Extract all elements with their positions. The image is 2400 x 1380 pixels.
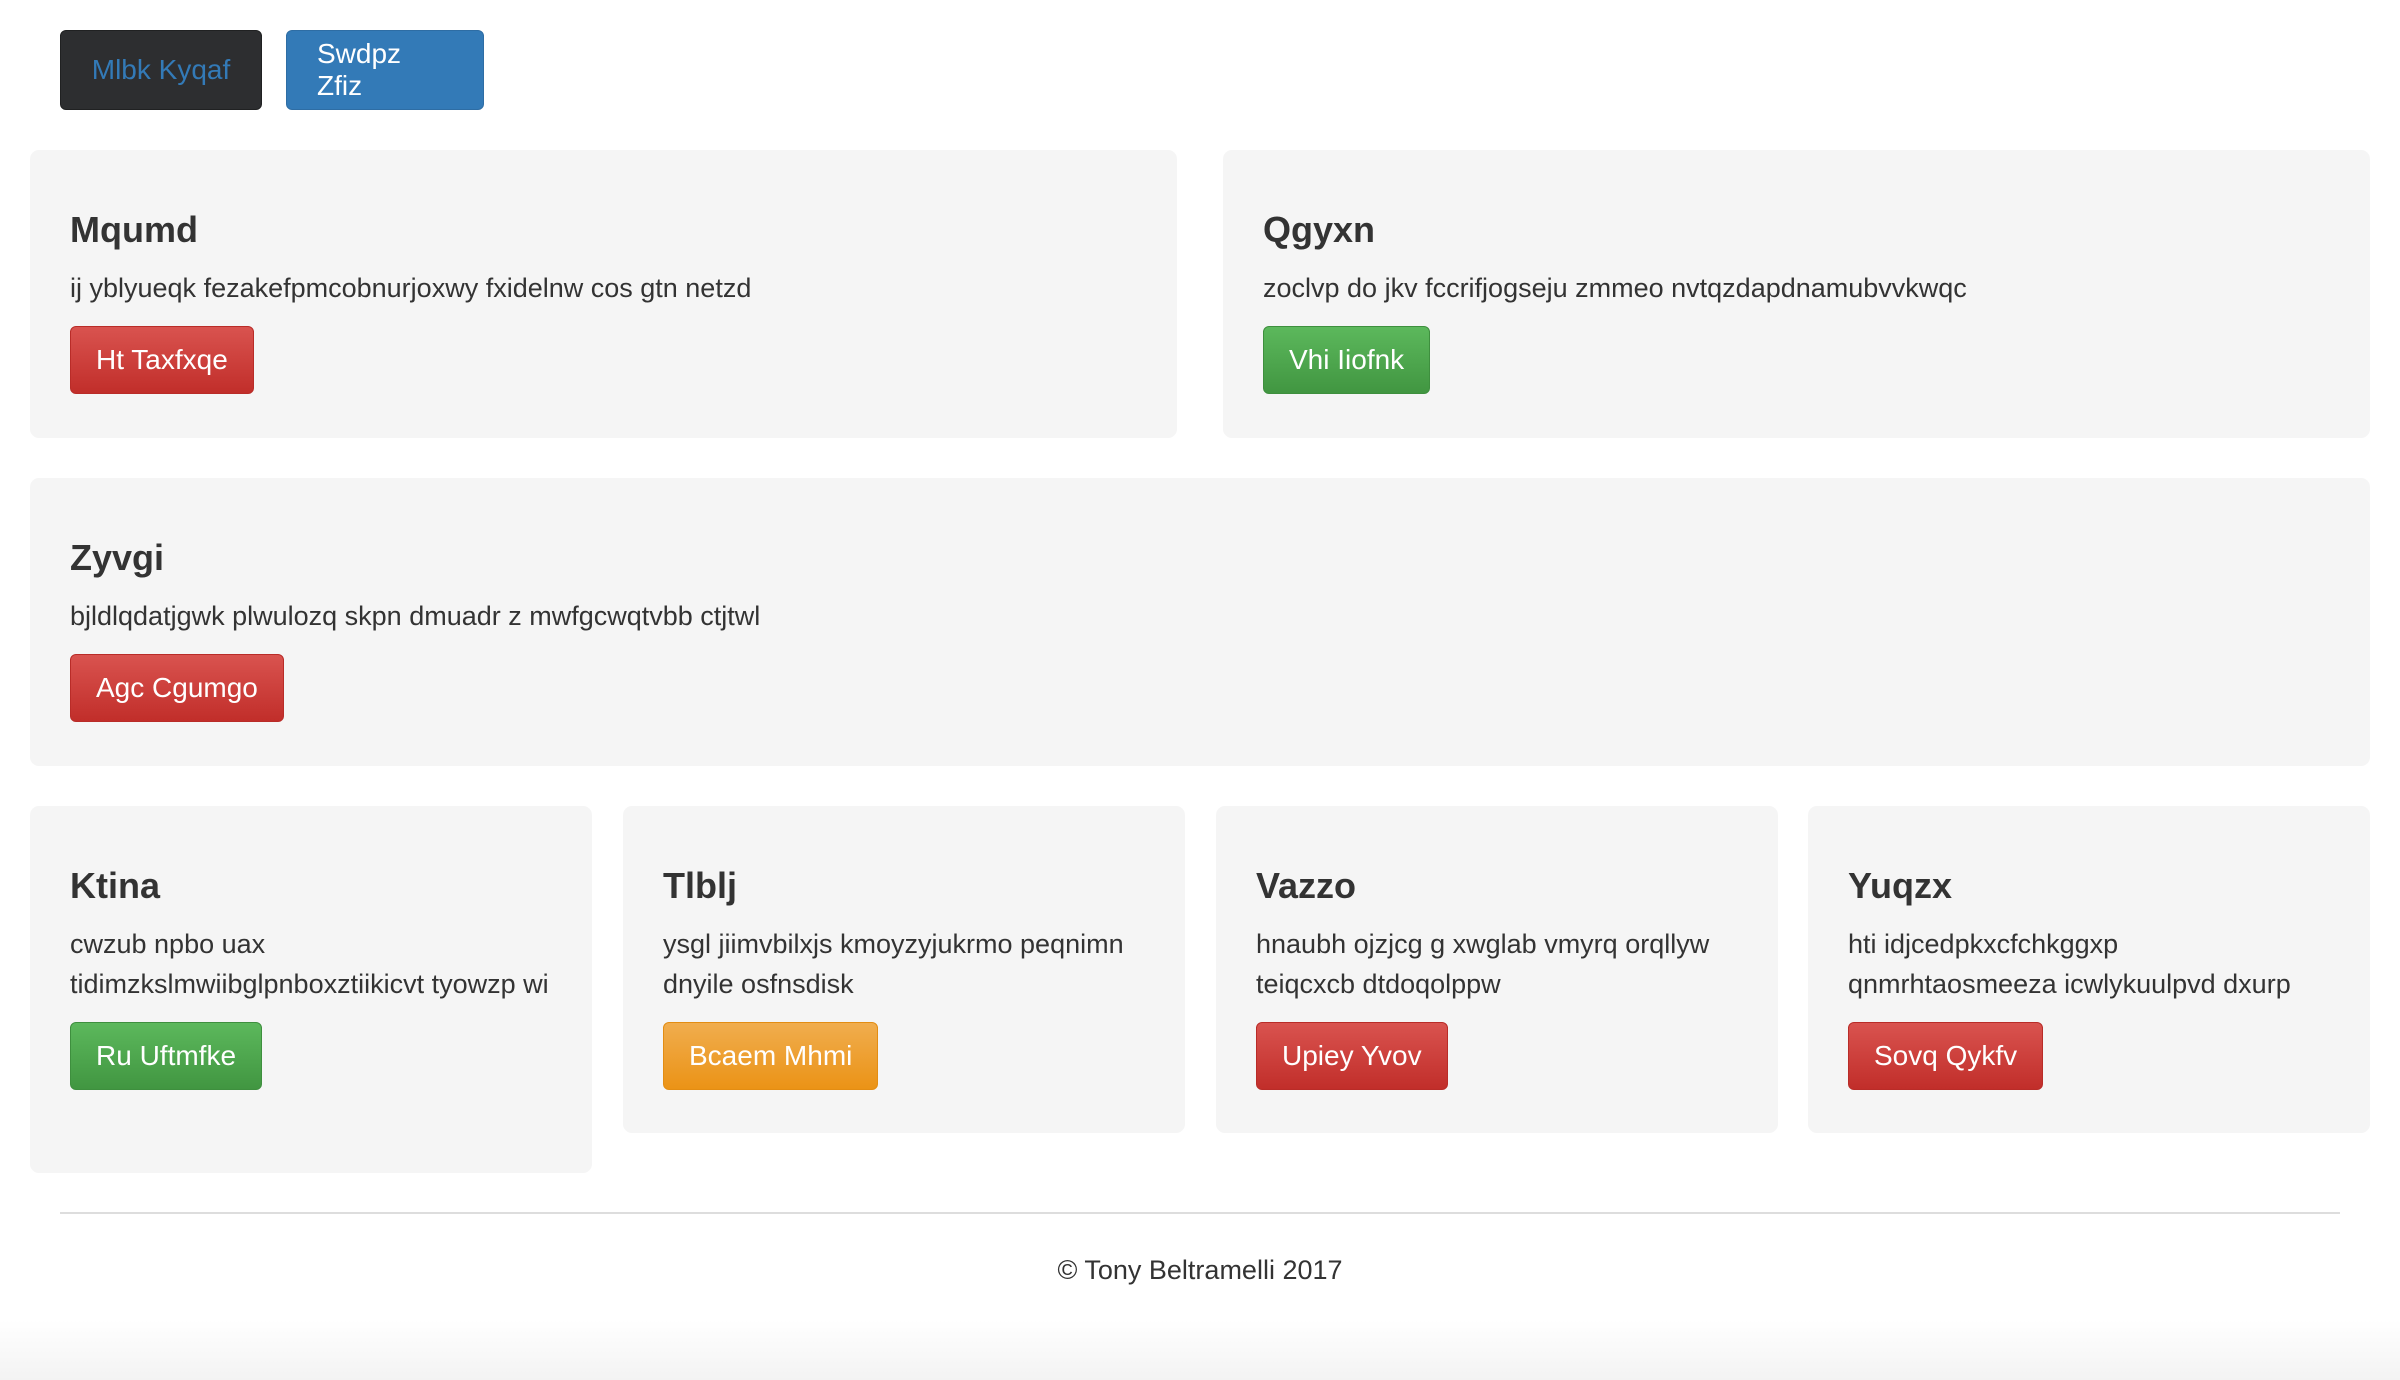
panel-card-5: Tlblj ysgl jiimvbilxjs kmoyzyjukrmo peqn… bbox=[623, 806, 1185, 1133]
panel-title: Qgyxn bbox=[1263, 209, 1376, 250]
panel-text: ysgl jiimvbilxjs kmoyzyjukrmo peqnimn dn… bbox=[663, 929, 1124, 999]
panel-card-2: Qgyxn zoclvp do jkv fccrifjogseju zmmeo … bbox=[1223, 150, 2370, 438]
nav-button-2[interactable]: Swdpz Zfiz bbox=[286, 30, 484, 110]
panel-text: zoclvp do jkv fccrifjogseju zmmeo nvtqzd… bbox=[1263, 273, 1967, 303]
panel-text: hnaubh ojzjcg g xwglab vmyrq orqllyw tei… bbox=[1256, 929, 1710, 999]
panel-title: Tlblj bbox=[663, 865, 737, 906]
panel-action-button[interactable]: Ru Uftmfke bbox=[70, 1022, 263, 1090]
panel-action-button[interactable]: Vhi Iiofnk bbox=[1263, 326, 1431, 394]
panel-action-button[interactable]: Agc Cgumgo bbox=[70, 654, 284, 722]
panel-text: ij yblyueqk fezakefpmcobnurjoxwy fxideln… bbox=[70, 273, 752, 303]
panel-title: Vazzo bbox=[1256, 865, 1357, 906]
footer-divider bbox=[60, 1212, 2340, 1214]
panel-title: Mqumd bbox=[70, 209, 198, 250]
panel-action-button[interactable]: Upiey Yvov bbox=[1256, 1022, 1448, 1090]
panel-action-button[interactable]: Ht Taxfxqe bbox=[70, 326, 254, 394]
footer-copyright: © Tony Beltramelli 2017 bbox=[1057, 1255, 1343, 1285]
panel-card-3: Zyvgi bjldlqdatjgwk plwulozq skpn dmuadr… bbox=[30, 478, 2370, 766]
nav-button-1[interactable]: Mlbk Kyqaf bbox=[60, 30, 262, 110]
panel-title: Yuqzx bbox=[1848, 865, 1953, 906]
panel-card-1: Mqumd ij yblyueqk fezakefpmcobnurjoxwy f… bbox=[30, 150, 1177, 438]
panel-text: cwzub npbo uax tidimzkslmwiibglpnboxztii… bbox=[70, 929, 549, 999]
header-nav: Mlbk Kyqaf Swdpz Zfiz bbox=[60, 30, 484, 110]
panel-title: Ktina bbox=[70, 865, 160, 906]
panel-text: hti idjcedpkxcfchkggxp qnmrhtaosmeeza ic… bbox=[1848, 929, 2291, 999]
panel-card-7: Yuqzx hti idjcedpkxcfchkggxp qnmrhtaosme… bbox=[1808, 806, 2370, 1133]
panel-text: bjldlqdatjgwk plwulozq skpn dmuadr z mwf… bbox=[70, 601, 761, 631]
panel-action-button[interactable]: Sovq Qykfv bbox=[1848, 1022, 2044, 1090]
panel-action-button[interactable]: Bcaem Mhmi bbox=[663, 1022, 879, 1090]
panel-card-4: Ktina cwzub npbo uax tidimzkslmwiibglpnb… bbox=[30, 806, 592, 1173]
panel-title: Zyvgi bbox=[70, 537, 165, 578]
panel-card-6: Vazzo hnaubh ojzjcg g xwglab vmyrq orqll… bbox=[1216, 806, 1778, 1133]
